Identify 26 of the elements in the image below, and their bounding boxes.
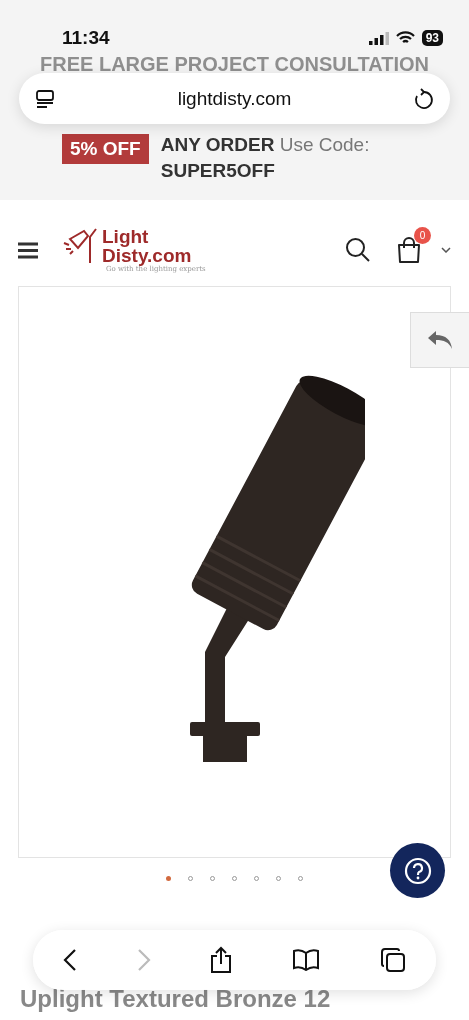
question-mark-icon (403, 856, 432, 885)
search-icon[interactable] (345, 237, 371, 263)
promo-code: SUPER5OFF (160, 160, 276, 182)
product-title: Uplight Textured Bronze 12 (20, 985, 332, 1013)
logo-text: Disty.com (102, 246, 193, 265)
reload-icon[interactable] (414, 87, 434, 110)
menu-icon[interactable] (18, 241, 38, 259)
signal-icon (368, 31, 389, 45)
cart-icon[interactable] (397, 237, 421, 263)
offer-text: ANY ORDER Use Code: (160, 134, 370, 156)
share-tab[interactable] (410, 312, 469, 368)
discount-badge: 5% OFF (62, 134, 149, 164)
address-bar[interactable]: lightdisty.com (19, 73, 450, 124)
tab-menu-icon[interactable] (35, 88, 55, 109)
battery-level: 93 (421, 30, 443, 46)
promo-headline: FREE LARGE PROJECT CONSULTATION (39, 53, 430, 76)
reply-arrow-icon (426, 329, 454, 351)
lamp-logo-icon (62, 227, 98, 265)
gallery-dot[interactable] (166, 876, 171, 881)
chevron-down-icon[interactable] (441, 247, 451, 253)
cart-count: 0 (414, 227, 431, 244)
wifi-icon (395, 31, 415, 45)
logo-text: Light (102, 227, 150, 246)
status-time: 11:34 (62, 27, 110, 49)
url-text[interactable]: lightdisty.com (177, 87, 292, 110)
help-button[interactable] (390, 843, 445, 898)
